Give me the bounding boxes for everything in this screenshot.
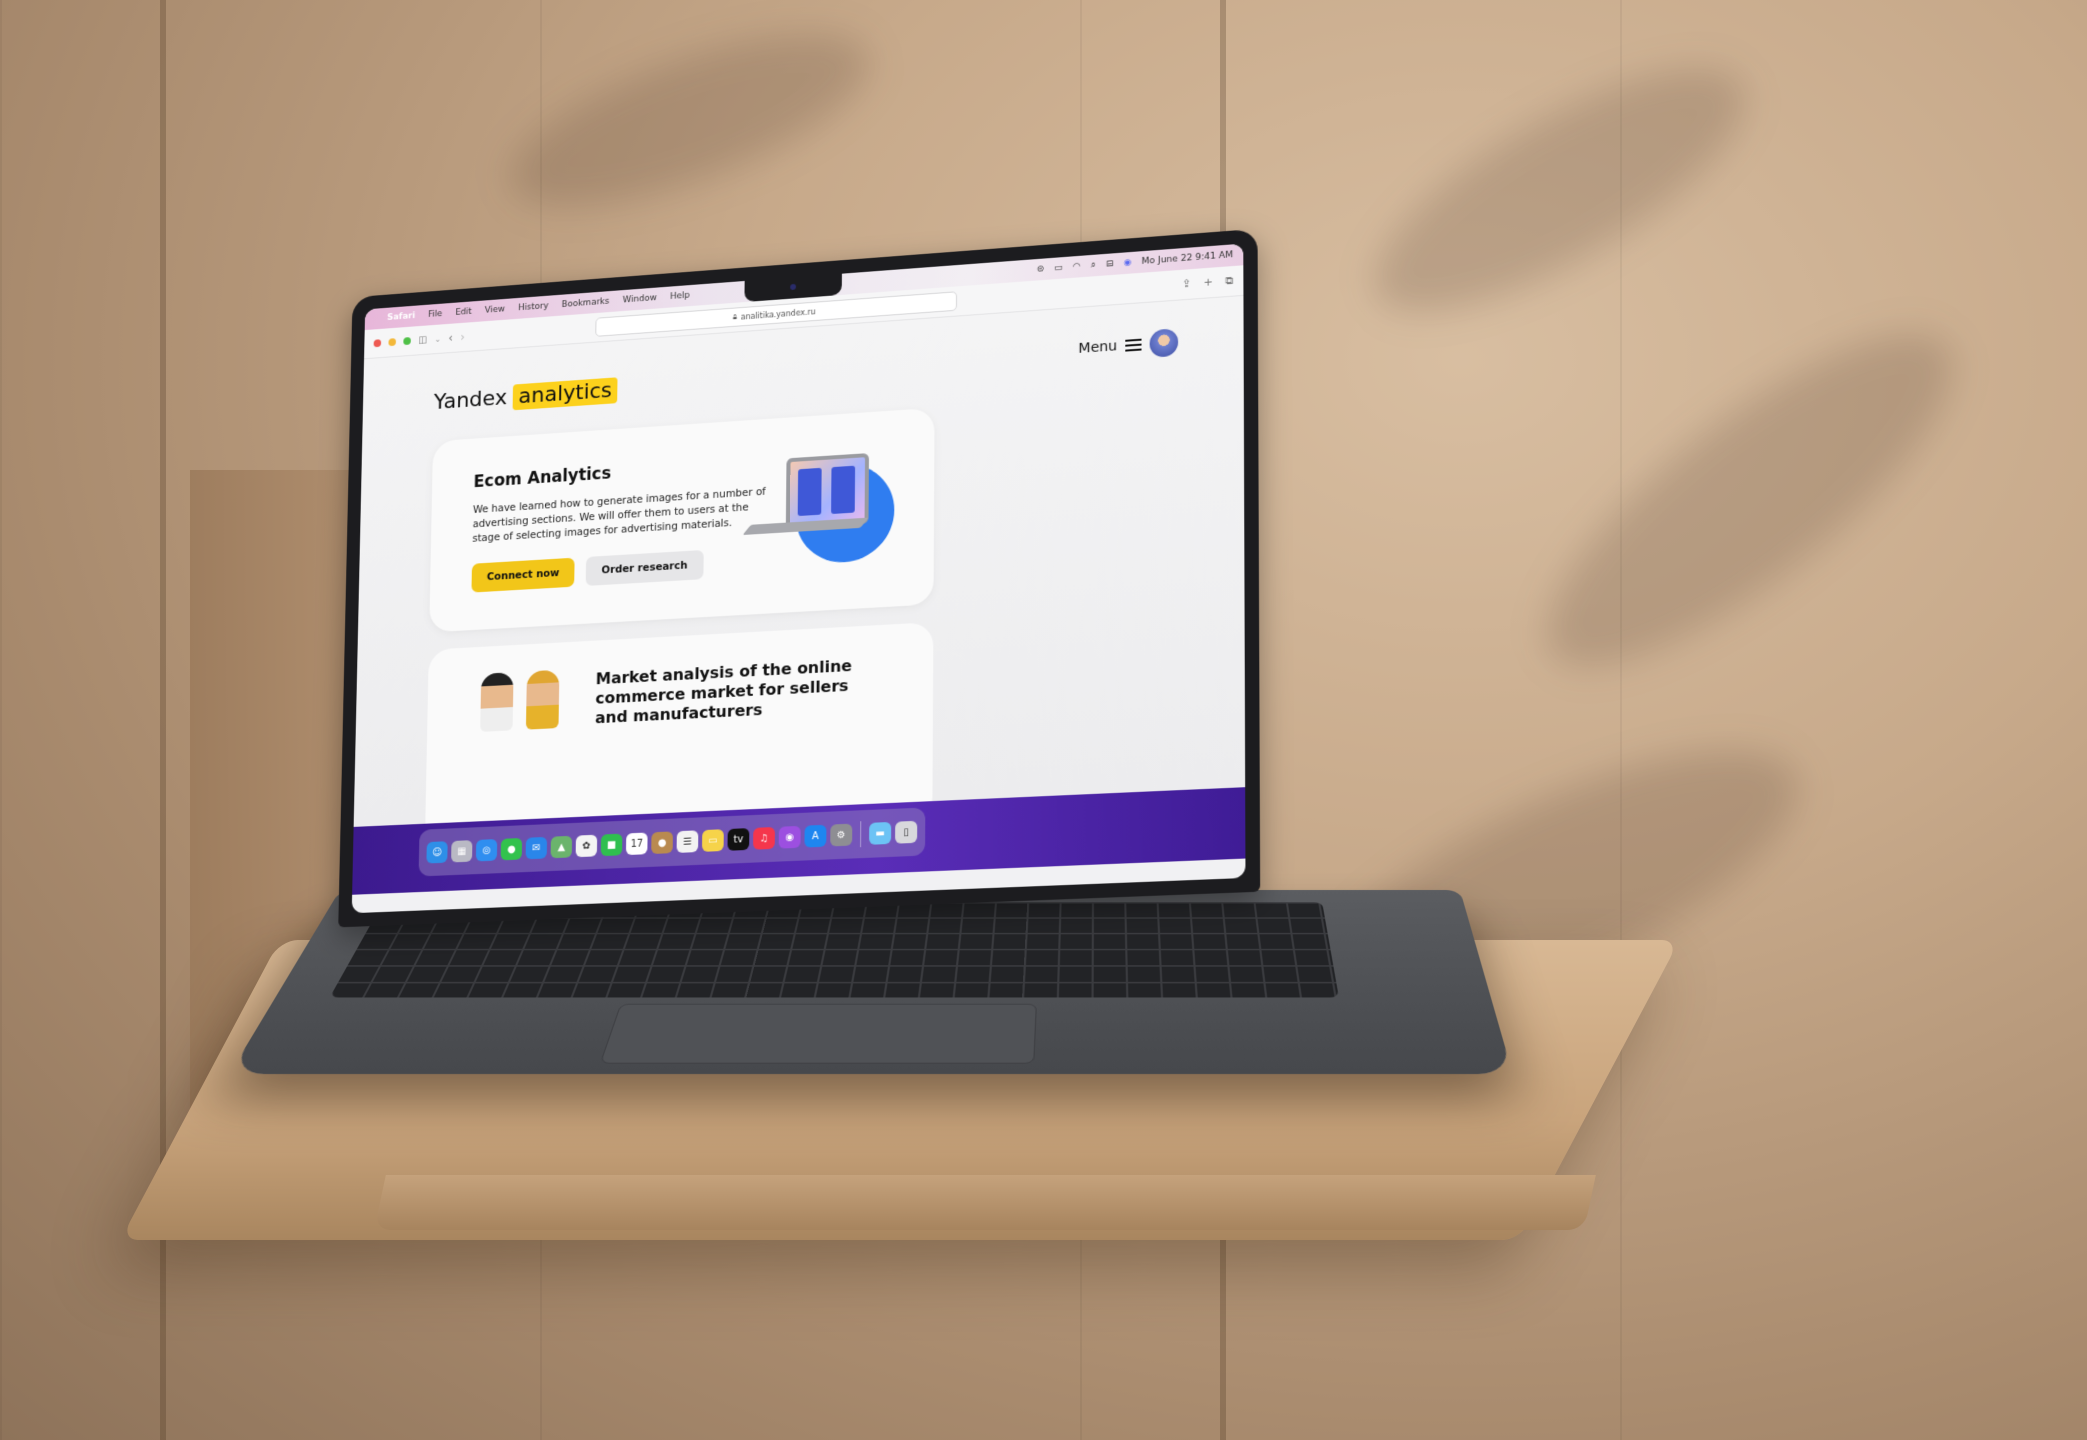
wifi-icon[interactable]: ◠ xyxy=(1073,262,1081,272)
close-window-button[interactable] xyxy=(373,339,382,348)
donut-chart-panel-icon xyxy=(797,467,822,517)
notes-icon[interactable]: ▭ xyxy=(701,829,724,852)
market-analysis-title: Market analysis of the online commerce m… xyxy=(594,656,853,728)
chevron-down-icon[interactable]: ⌄ xyxy=(434,334,440,343)
ecom-analytics-card: Ecom Analytics We have learned how to ge… xyxy=(429,407,935,633)
hamburger-icon xyxy=(1125,338,1142,352)
bar-chart-panel-icon xyxy=(831,465,856,515)
launchpad-icon[interactable]: ▦ xyxy=(451,840,473,863)
menu-button[interactable]: Menu xyxy=(1078,327,1179,363)
photos-icon[interactable]: ✿ xyxy=(575,834,598,858)
logo-brand: Yandex xyxy=(433,385,508,415)
zoom-window-button[interactable] xyxy=(403,337,411,346)
reminders-icon[interactable]: ☰ xyxy=(676,830,699,853)
system-preferences-icon[interactable]: ⚙ xyxy=(830,823,853,847)
connect-now-button[interactable]: Connect now xyxy=(471,557,575,593)
podcasts-icon[interactable]: ◉ xyxy=(778,825,801,849)
menubar-datetime[interactable]: Mo June 22 9:41 AM xyxy=(1142,250,1234,267)
back-icon[interactable]: ‹ xyxy=(448,331,453,345)
forward-icon[interactable]: › xyxy=(460,330,465,344)
laptop-screen: Safari File Edit View History Bookmarks … xyxy=(351,243,1246,914)
laptop-lid: Safari File Edit View History Bookmarks … xyxy=(338,228,1261,928)
maps-icon[interactable]: ▲ xyxy=(550,835,573,859)
music-icon[interactable]: ♫ xyxy=(753,826,775,850)
messages-icon[interactable]: ● xyxy=(500,837,523,861)
leaf-shadow xyxy=(490,0,890,242)
laptop-chart-illustration xyxy=(742,451,895,567)
finder-icon[interactable]: ☺ xyxy=(426,841,448,864)
web-page: Yandex analytics Menu Ecom Analytics We … xyxy=(352,295,1246,895)
menu-window[interactable]: Window xyxy=(623,293,657,305)
siri-icon[interactable]: ◉ xyxy=(1124,258,1132,268)
user-avatar[interactable] xyxy=(1149,327,1179,358)
leaf-shadow xyxy=(1503,283,1997,717)
sidebar-icon[interactable]: ◫ xyxy=(418,334,427,345)
menu-help[interactable]: Help xyxy=(670,291,690,302)
lock-icon: 🔒︎ xyxy=(732,312,738,322)
logo-highlight: analytics xyxy=(512,377,618,411)
card-description: We have learned how to generate images f… xyxy=(472,485,766,545)
control-center-icon[interactable]: ⊟ xyxy=(1106,259,1114,269)
dock-separator xyxy=(860,821,862,848)
menu-file[interactable]: File xyxy=(428,309,442,319)
menu-bookmarks[interactable]: Bookmarks xyxy=(562,297,610,310)
menu-view[interactable]: View xyxy=(485,305,505,316)
contacts-icon[interactable]: ● xyxy=(651,831,673,855)
wooden-shelf-edge xyxy=(374,1175,1596,1230)
battery-icon[interactable]: ▭ xyxy=(1054,263,1063,273)
trash-icon[interactable]: ▯ xyxy=(895,820,918,844)
calendar-icon[interactable]: 17 xyxy=(625,832,648,856)
apple-tv-icon[interactable]: tv xyxy=(727,828,750,851)
person-figure-icon xyxy=(525,669,560,730)
share-icon[interactable]: ⇪ xyxy=(1182,277,1191,291)
minimize-window-button[interactable] xyxy=(388,338,397,347)
app-store-icon[interactable]: A xyxy=(804,824,827,848)
illustration-laptop-screen xyxy=(785,453,870,529)
trackpad xyxy=(599,1003,1037,1064)
camera-icon xyxy=(790,283,797,291)
order-research-button[interactable]: Order research xyxy=(585,549,704,586)
search-icon[interactable]: ⌕ xyxy=(1091,261,1096,271)
safari-icon[interactable]: ◎ xyxy=(475,839,498,862)
menu-label: Menu xyxy=(1078,337,1118,357)
screen-record-icon[interactable]: ⊜ xyxy=(1037,264,1045,274)
tabs-icon[interactable]: ⧉ xyxy=(1225,274,1233,288)
menu-history[interactable]: History xyxy=(518,301,548,313)
menu-app-name[interactable]: Safari xyxy=(387,311,415,322)
folder-icon[interactable]: ▬ xyxy=(869,821,892,845)
people-illustration xyxy=(480,669,560,732)
mail-icon[interactable]: ✉ xyxy=(525,836,548,860)
person-figure-icon xyxy=(480,672,514,732)
address-bar-url: analitika.yandex.ru xyxy=(740,306,816,322)
new-tab-icon[interactable]: + xyxy=(1203,275,1212,289)
facetime-icon[interactable]: ■ xyxy=(600,833,623,857)
menu-edit[interactable]: Edit xyxy=(455,307,472,318)
leaf-shadow xyxy=(1343,24,1777,356)
site-logo[interactable]: Yandex analytics xyxy=(434,377,618,415)
